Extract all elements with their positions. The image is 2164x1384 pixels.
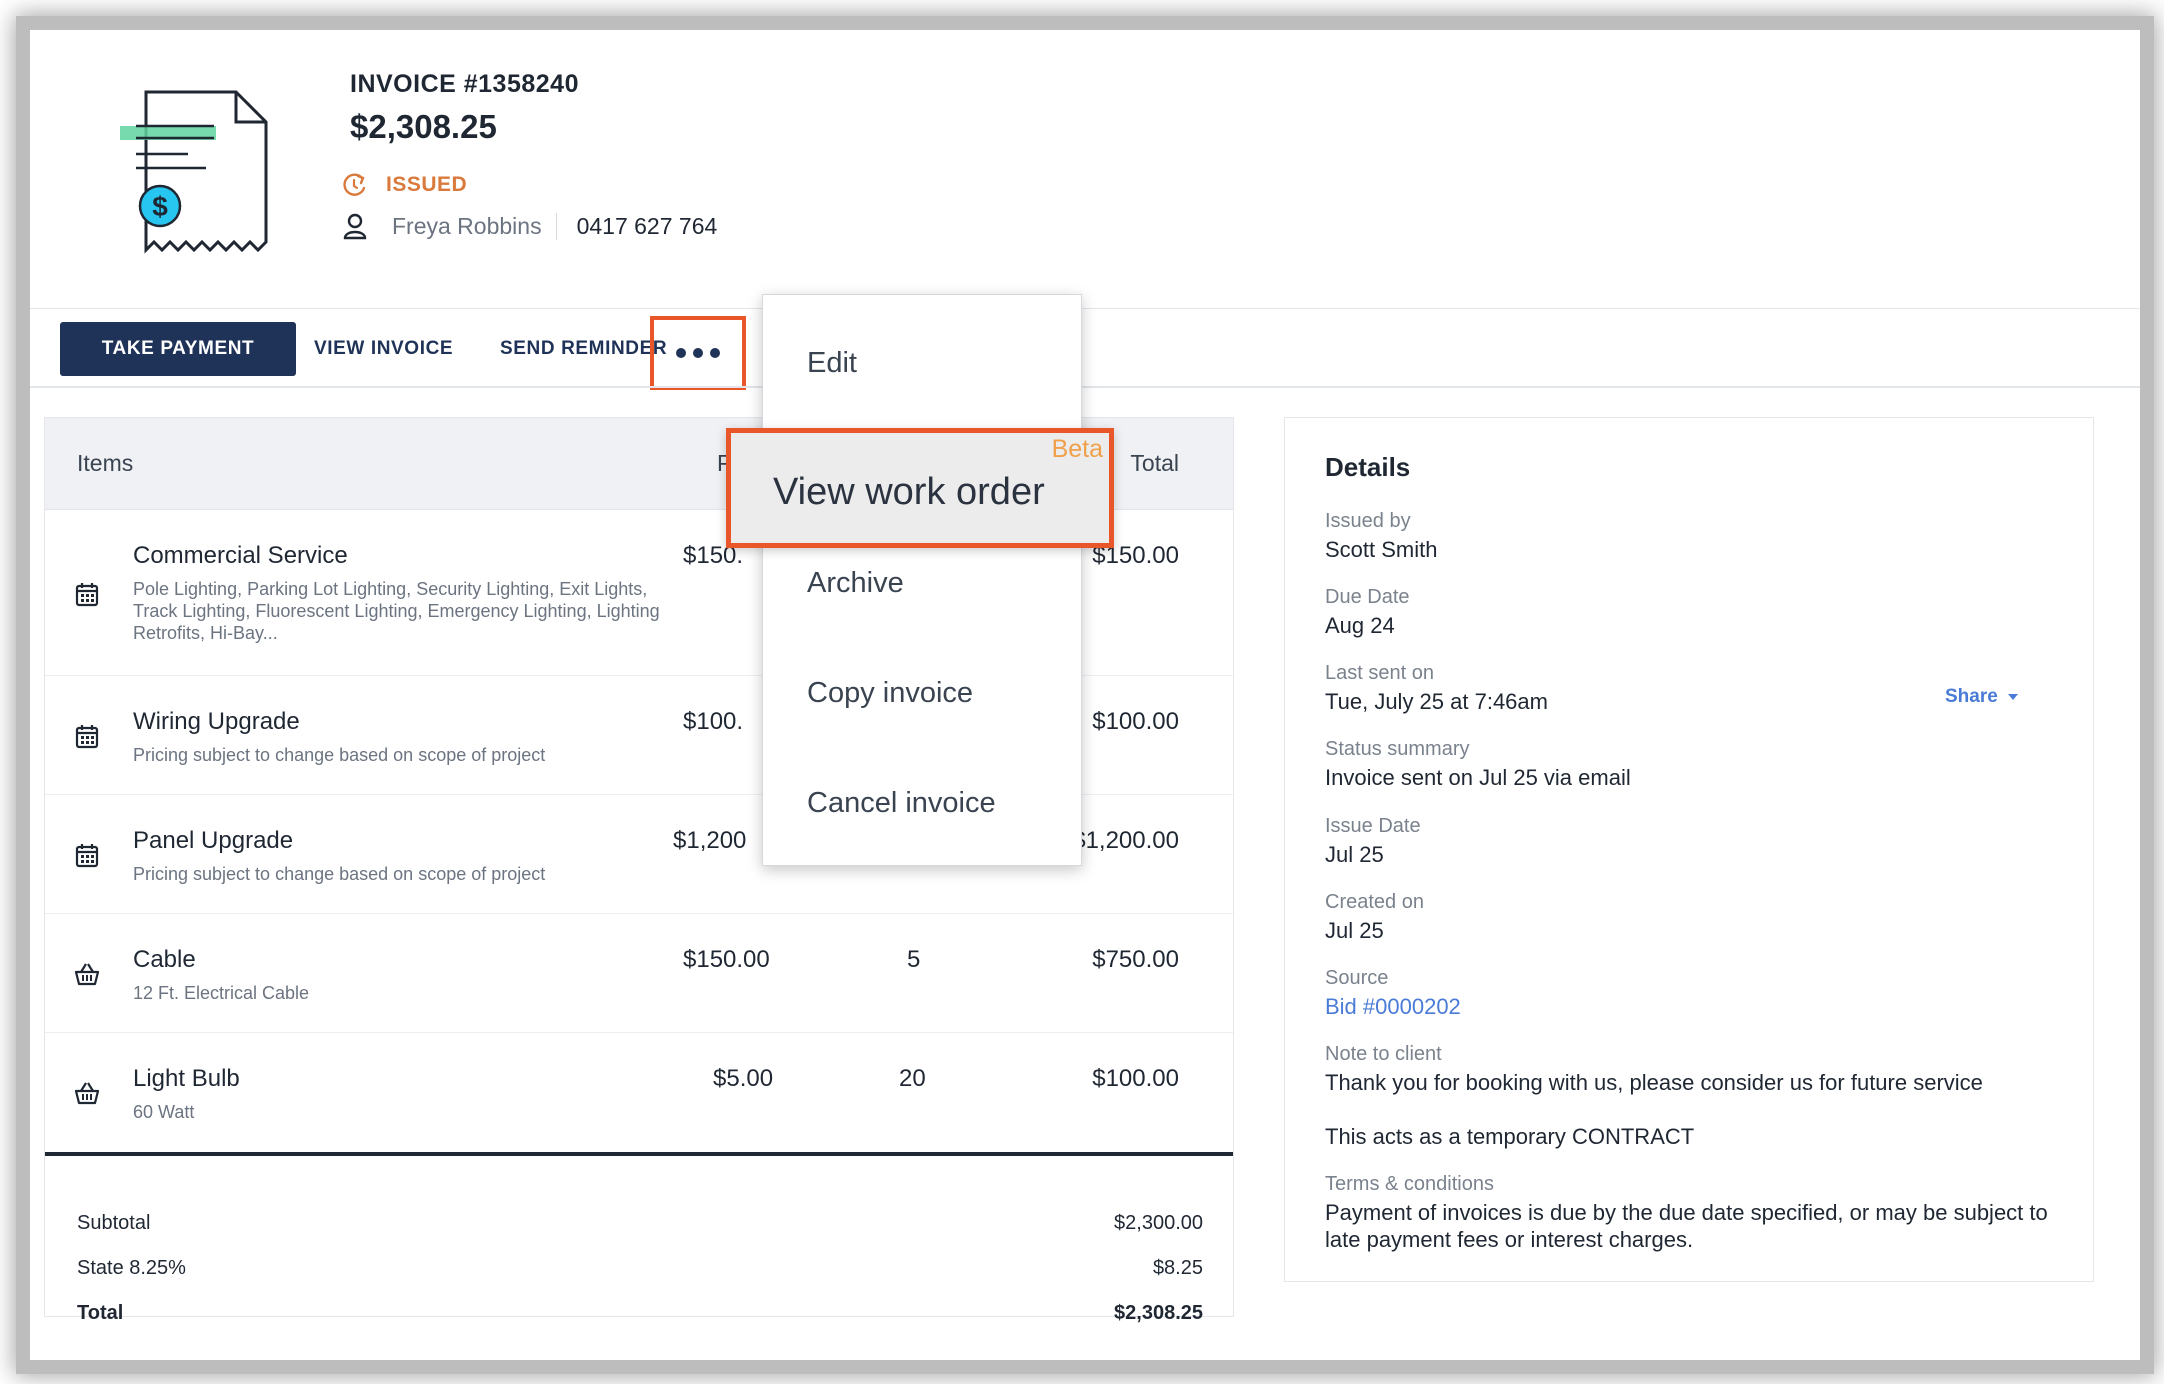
more-dots-icon <box>693 348 703 358</box>
status-badge: ISSUED <box>342 172 467 198</box>
table-row[interactable]: Light Bulb 60 Watt $5.00 20 $100.00 <box>45 1033 1233 1152</box>
note-label: Note to client <box>1325 1043 1442 1065</box>
share-dropdown[interactable]: Share <box>1945 686 2018 708</box>
more-dots-icon <box>676 348 686 358</box>
item-name: Wiring Upgrade <box>133 708 300 735</box>
item-description: Pole Lighting, Parking Lot Lighting, Sec… <box>133 579 660 643</box>
item-price: $5.00 <box>713 1065 774 1092</box>
last-sent-label: Last sent on <box>1325 662 1434 684</box>
source-link[interactable]: Bid #0000202 <box>1325 993 2045 1020</box>
menu-item-archive[interactable]: Archive <box>807 567 904 600</box>
basket-icon <box>74 1082 100 1105</box>
beta-badge: Beta <box>1051 435 1103 463</box>
total-label: Total <box>77 1302 124 1324</box>
person-icon <box>343 213 367 240</box>
item-name: Cable <box>133 946 196 973</box>
chevron-down-icon <box>2007 694 2018 700</box>
header-divider <box>30 308 2140 309</box>
basket-icon <box>74 963 100 986</box>
menu-item-copy-invoice[interactable]: Copy invoice <box>807 677 973 710</box>
subtotal-value: $2,300.00 <box>1114 1212 1203 1234</box>
item-price: $150.00 <box>683 946 770 973</box>
status-label: ISSUED <box>386 173 468 196</box>
item-description: Pricing subject to change based on scope… <box>133 745 546 765</box>
client-phone[interactable]: 0417 627 764 <box>557 213 718 240</box>
item-price: $100. <box>683 708 744 735</box>
client-info: Freya Robbins 0417 627 764 <box>342 212 717 240</box>
issue-date-value: Jul 25 <box>1325 842 1384 867</box>
calendar-icon <box>75 583 99 607</box>
more-actions-button[interactable] <box>650 316 746 390</box>
item-quantity: 5 <box>907 946 921 973</box>
tax-value: $8.25 <box>1152 1257 1203 1279</box>
item-name: Panel Upgrade <box>133 827 294 854</box>
invoice-window: $ INVOICE #1358240 $2,308.25 ISSUED Frey… <box>30 30 2140 1360</box>
share-label: Share <box>1945 686 1998 707</box>
clock-refresh-icon <box>343 173 366 196</box>
client-name[interactable]: Freya Robbins <box>392 212 557 240</box>
issued-by-value: Scott Smith <box>1325 537 1438 562</box>
details-title: Details <box>1325 452 1411 482</box>
svg-text:$: $ <box>152 191 168 222</box>
items-total-divider <box>45 1152 1233 1156</box>
total-value: $2,308.25 <box>1114 1302 1203 1324</box>
due-date-value: Aug 24 <box>1325 613 1395 638</box>
item-price: $1,200 <box>673 827 747 854</box>
subtotal-label: Subtotal <box>77 1212 151 1234</box>
toolbar-divider <box>30 386 2140 388</box>
due-date-label: Due Date <box>1325 586 1410 608</box>
last-sent-value: Tue, July 25 at 7:46am <box>1325 689 1548 714</box>
calendar-icon <box>75 725 99 749</box>
table-row[interactable]: Cable 12 Ft. Electrical Cable $150.00 5 … <box>45 914 1233 1033</box>
menu-item-cancel-invoice[interactable]: Cancel invoice <box>807 787 996 820</box>
item-description: 12 Ft. Electrical Cable <box>133 983 310 1003</box>
more-dots-icon <box>710 348 720 358</box>
source-label: Source <box>1325 967 1389 989</box>
issued-by-label: Issued by <box>1325 510 1411 532</box>
more-actions-menu: Edit Archive Copy invoice Cancel invoice <box>762 294 1082 866</box>
terms-label: Terms & conditions <box>1325 1173 1494 1195</box>
invoice-number: INVOICE #1358240 <box>350 70 579 98</box>
item-total: $1,200.00 <box>1072 827 1179 854</box>
invoice-document-icon: $ <box>120 90 268 254</box>
item-total: $100.00 <box>1092 1065 1179 1092</box>
issue-date-label: Issue Date <box>1325 815 1421 837</box>
send-reminder-button[interactable]: SEND REMINDER <box>470 322 667 376</box>
details-panel: Details Issued by Scott Smith Due Date A… <box>1284 417 2094 1282</box>
item-quantity: 20 <box>899 1065 926 1092</box>
menu-item-view-work-order-label: View work order <box>773 471 1045 513</box>
tax-label: State 8.25% <box>77 1257 186 1279</box>
invoice-amount: $2,308.25 <box>350 108 497 145</box>
note-line-1: Thank you for booking with us, please co… <box>1325 1070 1983 1095</box>
calendar-icon <box>75 844 99 868</box>
item-name: Light Bulb <box>133 1065 240 1092</box>
terms-value: Payment of invoices is due by the due da… <box>1325 1200 2048 1252</box>
created-on-label: Created on <box>1325 891 1424 913</box>
item-name: Commercial Service <box>133 542 348 569</box>
created-on-value: Jul 25 <box>1325 918 1384 943</box>
status-summary-value: Invoice sent on Jul 25 via email <box>1325 765 1631 790</box>
header-items: Items <box>77 450 134 476</box>
item-total: $750.00 <box>1092 946 1179 973</box>
menu-item-view-work-order[interactable]: Beta View work order <box>726 428 1114 548</box>
view-invoice-button[interactable]: VIEW INVOICE <box>284 322 453 376</box>
header-total: Total <box>1130 450 1179 476</box>
status-summary-label: Status summary <box>1325 738 1470 760</box>
item-total: $100.00 <box>1092 708 1179 735</box>
item-description: 60 Watt <box>133 1102 195 1122</box>
take-payment-button[interactable]: TAKE PAYMENT <box>60 322 296 376</box>
item-description: Pricing subject to change based on scope… <box>133 864 546 884</box>
note-line-2: This acts as a temporary CONTRACT <box>1325 1124 1695 1149</box>
menu-item-edit[interactable]: Edit <box>807 347 857 380</box>
